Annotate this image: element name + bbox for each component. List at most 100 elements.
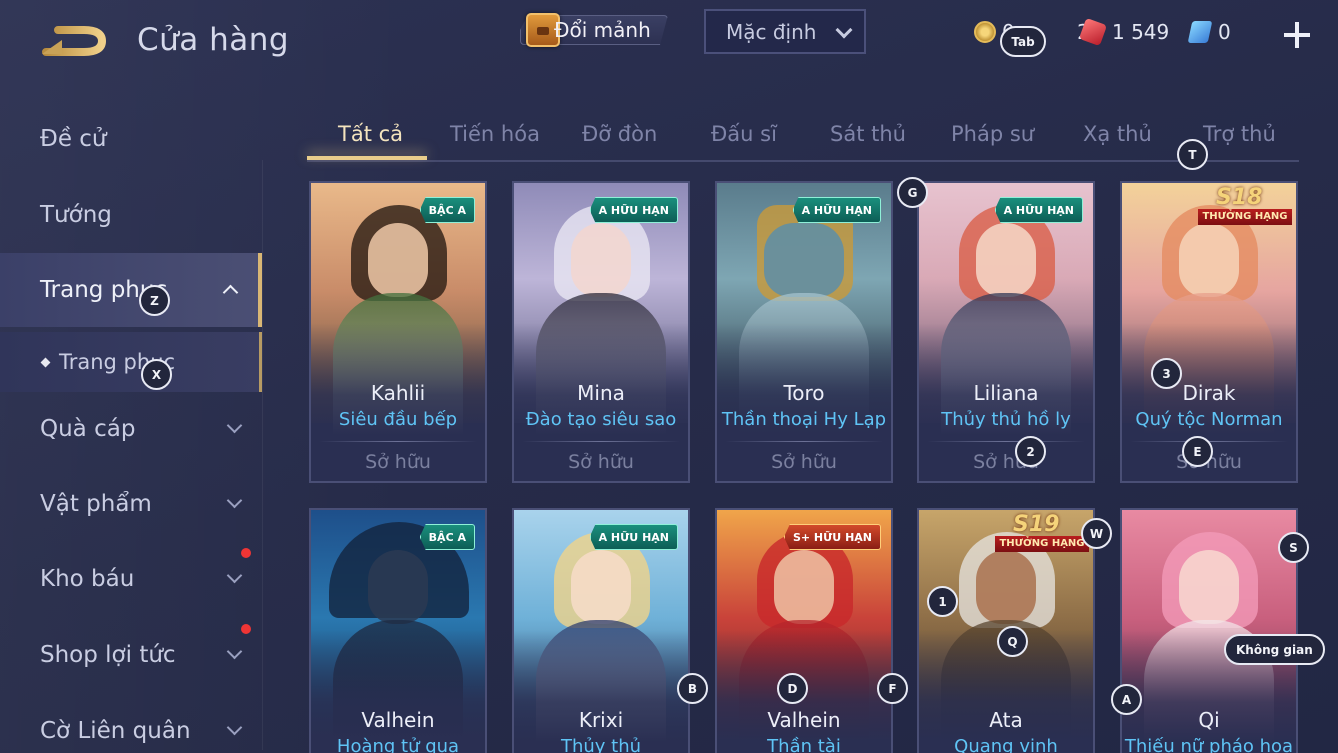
skin-name: Quang vinh	[954, 736, 1058, 753]
hero-face	[368, 223, 428, 297]
voucher-icon	[1187, 21, 1213, 43]
skin-name: Thủy thủ hồ ly	[941, 409, 1071, 430]
sidebar-item-label: Vật phẩm	[40, 491, 152, 517]
hero-name: Ata	[989, 708, 1023, 732]
skin-card[interactable]: A HỮU HẠN Mina Đào tạo siêu sao Sở hữu	[512, 181, 690, 483]
hero-name: Liliana	[973, 381, 1039, 405]
skin-card[interactable]: S+ HỮU HẠN Valhein Thần tài	[715, 508, 893, 753]
sidebar-item-recommended[interactable]: Đề cử	[0, 112, 262, 166]
sidebar-item-label: Tướng	[40, 202, 112, 228]
skin-card[interactable]: S18 THƯỞNG HẠNG Dirak Quý tộc Norman Sở …	[1120, 181, 1298, 483]
skin-card[interactable]: A HỮU HẠN Liliana Thủy thủ hồ ly Sở hữu	[917, 181, 1095, 483]
sort-dropdown[interactable]: Mặc định	[704, 9, 866, 54]
chevron-down-icon	[835, 21, 853, 39]
hero-face	[976, 223, 1036, 297]
sidebar-item-label: Shop lợi tức	[40, 642, 176, 668]
hero-face	[764, 223, 844, 297]
skin-name: Đào tạo siêu sao	[525, 409, 677, 430]
rank-badge: S+ HỮU HẠN	[783, 524, 881, 550]
hero-face	[368, 550, 428, 624]
hotkey-1: 1	[927, 586, 958, 617]
skin-card[interactable]: BẬC A Valhein Hoàng tử quạ	[309, 508, 487, 753]
sidebar-item-items[interactable]: Vật phẩm	[0, 477, 262, 531]
sidebar-item-benefit-shop[interactable]: Shop lợi tức	[0, 628, 262, 682]
skin-card[interactable]: BẬC A Kahlii Siêu đầu bếp Sở hữu	[309, 181, 487, 483]
skin-card[interactable]: A HỮU HẠN Krixi Thủy thủ	[512, 508, 690, 753]
sidebar-item-gifts[interactable]: Quà cáp	[0, 402, 262, 456]
season-number: S18	[1216, 185, 1263, 210]
ruby-icon	[1078, 17, 1108, 47]
owned-status: Sở hữu	[365, 451, 431, 473]
hero-face	[571, 550, 631, 624]
skin-card[interactable]: A HỮU HẠN Toro Thần thoại Hy Lạp Sở hữu	[715, 181, 893, 483]
voucher-amount: 0	[1218, 20, 1231, 44]
voucher-currency: 0	[1187, 20, 1231, 44]
hero-name: Toro	[783, 381, 825, 405]
rank-badge: A HỮU HẠN	[589, 524, 678, 550]
sidebar-item-skins[interactable]: Trang phục	[0, 253, 262, 327]
season-rank-badge: S18 THƯỞNG HẠNG	[1198, 185, 1292, 227]
diamond-bullet-icon	[40, 357, 51, 367]
ruby-amount: 1 549	[1112, 20, 1170, 44]
hero-face	[571, 223, 631, 297]
tab-marksman[interactable]: Xạ thủ	[1083, 122, 1152, 146]
skin-name: Thủy thủ	[560, 736, 642, 753]
tab-fighter[interactable]: Đấu sĩ	[711, 122, 777, 146]
hotkey-e: E	[1182, 436, 1213, 467]
season-label: THƯỞNG HẠNG	[995, 536, 1089, 552]
chevron-down-icon	[226, 643, 243, 660]
tab-all[interactable]: Tất cả	[338, 122, 403, 146]
owned-status: Sở hữu	[771, 451, 837, 473]
exchange-label: Đổi mảnh	[554, 18, 651, 42]
sort-value: Mặc định	[726, 19, 817, 44]
hotkey-a: A	[1111, 684, 1142, 715]
tab-tank[interactable]: Đỡ đòn	[582, 122, 657, 146]
rank-badge: A HỮU HẠN	[994, 197, 1083, 223]
exchange-fragments-button[interactable]: Đổi mảnh	[514, 12, 651, 48]
hero-face	[1179, 223, 1239, 297]
chevron-down-icon	[226, 567, 243, 584]
skin-name: Thiếu nữ pháo hoa	[1124, 736, 1294, 753]
hero-face	[774, 550, 834, 624]
rank-badge: BẬC A	[419, 197, 475, 223]
hotkey-tab: Tab	[1000, 26, 1046, 57]
chevron-down-icon	[226, 719, 243, 736]
back-arrow-icon	[42, 26, 107, 56]
hotkey-g: G	[897, 177, 928, 208]
skin-name: Thần thoại Hy Lạp	[721, 409, 887, 430]
skin-card[interactable]: Qi Thiếu nữ pháo hoa	[1120, 508, 1298, 753]
hero-face	[1179, 550, 1239, 624]
tab-evolution[interactable]: Tiến hóa	[450, 122, 540, 146]
back-button[interactable]	[40, 24, 108, 60]
hotkey-q: Q	[997, 626, 1028, 657]
season-number: S19	[1013, 512, 1060, 537]
chevron-down-icon	[226, 492, 243, 509]
season-rank-badge: S19 THƯỞNG HẠNG	[995, 512, 1089, 554]
hero-name: Mina	[577, 381, 625, 405]
tab-mage[interactable]: Pháp sư	[951, 122, 1034, 146]
tab-assassin[interactable]: Sát thủ	[830, 122, 906, 146]
hotkey-d: D	[777, 673, 808, 704]
rank-badge: A HỮU HẠN	[589, 197, 678, 223]
hotkey-2: 2	[1015, 436, 1046, 467]
chevron-up-icon	[222, 284, 239, 301]
sidebar-item-chess[interactable]: Cờ Liên quân	[0, 704, 262, 753]
sidebar-divider	[262, 160, 263, 750]
hotkey-x: X	[141, 359, 172, 390]
active-tab-indicator	[307, 156, 427, 160]
sidebar-item-label: Kho báu	[40, 566, 135, 592]
skin-name: Hoàng tử quạ	[336, 736, 460, 753]
rank-badge: A HỮU HẠN	[792, 197, 881, 223]
topup-plus-button[interactable]	[1284, 22, 1310, 48]
skin-name: Thần tài	[767, 736, 841, 753]
sidebar-subitem-skins[interactable]: Trang phục	[0, 332, 262, 392]
sidebar-item-treasure[interactable]: Kho báu	[0, 552, 262, 606]
sidebar-item-heroes[interactable]: Tướng	[0, 188, 262, 242]
hotkey-s: S	[1278, 532, 1309, 563]
season-label: THƯỞNG HẠNG	[1198, 209, 1292, 225]
hotkey-z: Z	[139, 285, 170, 316]
hero-name: Krixi	[578, 708, 624, 732]
tab-support[interactable]: Trợ thủ	[1203, 122, 1276, 146]
sidebar-item-label: Cờ Liên quân	[40, 718, 191, 744]
page-title: Cửa hàng	[137, 22, 290, 58]
